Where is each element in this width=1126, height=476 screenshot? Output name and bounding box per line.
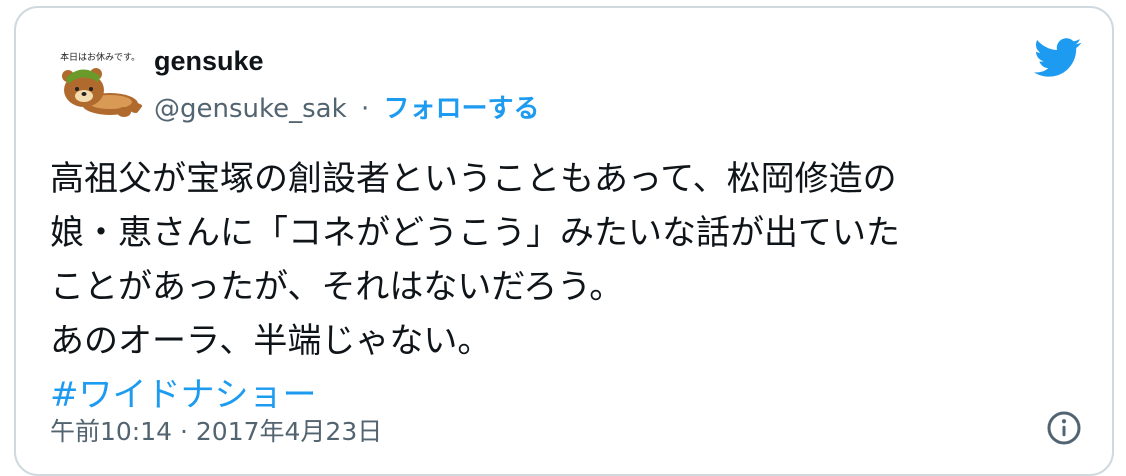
tweet-body-line: 高祖父が宝塚の創設者ということもあって、松岡修造の: [50, 159, 897, 199]
avatar[interactable]: 本日はお休みです。: [54, 32, 150, 128]
author-display-name[interactable]: gensuke: [154, 46, 264, 77]
info-icon[interactable]: [1046, 410, 1082, 446]
follow-button[interactable]: フォローする: [383, 94, 539, 124]
tweet-body-line: ことがあったが、それはないだろう。: [50, 267, 624, 307]
tweet-body: 高祖父が宝塚の創設者ということもあって、松岡修造の 娘・恵さんに「コネがどうこう…: [50, 152, 1090, 422]
bear-mascot-avatar-icon: [62, 68, 143, 117]
tweet-timestamp[interactable]: 午前10:14 · 2017年4月23日: [50, 412, 382, 448]
twitter-bird-icon[interactable]: [1034, 38, 1082, 78]
author-meta-line: @gensuke_sak · フォローする: [154, 88, 539, 125]
tweet-body-line: 娘・恵さんに「コネがどうこう」みたいな話が出ていた: [50, 213, 900, 253]
tweet-body-line: あのオーラ、半端じゃない。: [50, 321, 492, 361]
tweet-embed-card: 本日はお休みです。 gensuke @gensuke_sak · フォローする: [14, 6, 1114, 476]
author-handle[interactable]: @gensuke_sak: [154, 94, 347, 124]
meta-separator: ·: [360, 94, 370, 124]
